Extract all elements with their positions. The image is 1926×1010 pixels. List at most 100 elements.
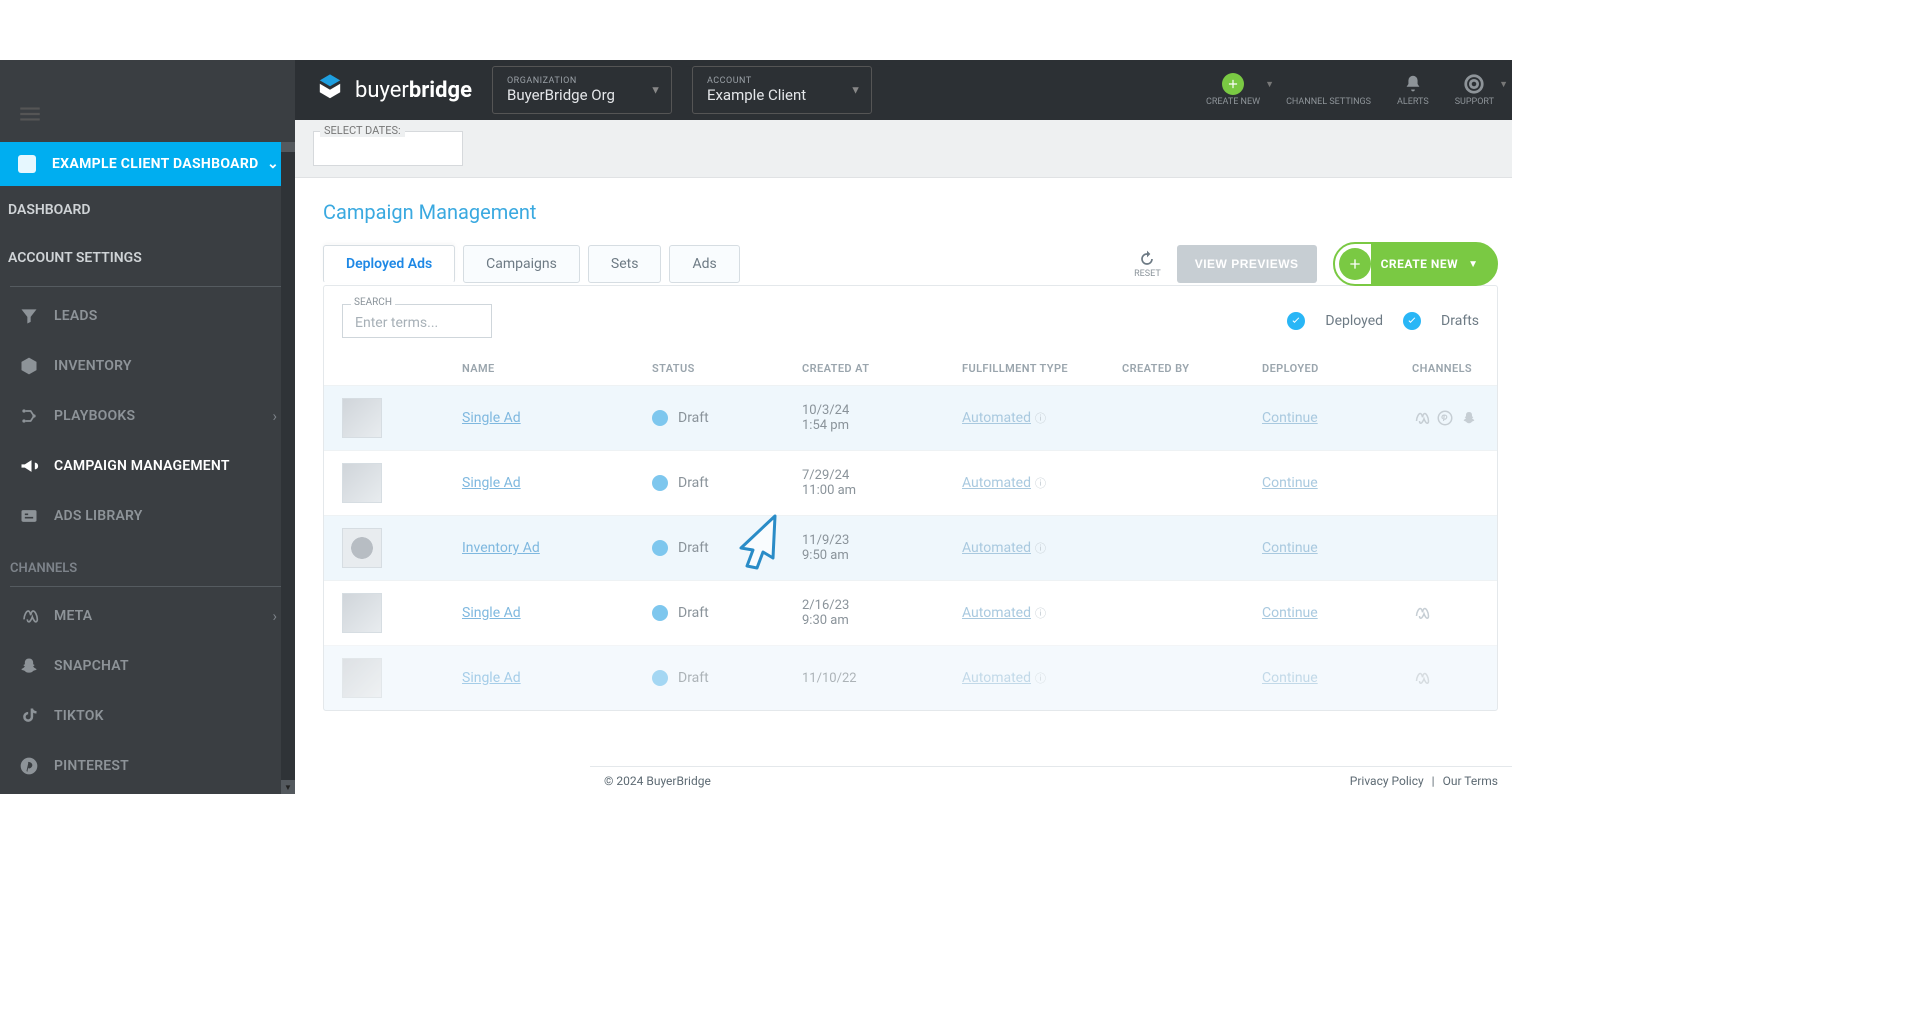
col-fulfillment[interactable]: FULFILLMENT TYPE [962, 362, 1122, 375]
table-header: NAME STATUS CREATED AT FULFILLMENT TYPE … [324, 352, 1497, 385]
ad-name-link[interactable]: Single Ad [462, 605, 521, 621]
continue-link[interactable]: Continue [1262, 540, 1318, 556]
sidebar-item-playbooks[interactable]: PLAYBOOKS › [0, 391, 295, 441]
continue-link[interactable]: Continue [1262, 605, 1318, 621]
playbook-icon [18, 405, 40, 427]
sidebar-item-pinterest[interactable]: PINTEREST [0, 741, 295, 791]
create-new-pill[interactable]: CREATE NEW ▼ [1333, 242, 1498, 286]
info-icon: ⓘ [1035, 607, 1046, 620]
info-icon: ⓘ [1035, 477, 1046, 490]
alerts-button[interactable]: ALERTS [1397, 73, 1429, 107]
caret-down-icon: ▼ [1265, 79, 1274, 90]
ad-name-link[interactable]: Single Ad [462, 410, 521, 426]
sidebar: EXAMPLE CLIENT DASHBOARD ⌄ DASHBOARD ACC… [0, 60, 295, 794]
terms-link[interactable]: Our Terms [1443, 774, 1498, 788]
sidebar-item-dashboard[interactable]: DASHBOARD [0, 186, 295, 234]
col-status[interactable]: STATUS [652, 362, 802, 375]
caret-down-icon: ▼ [1468, 259, 1478, 270]
caret-down-icon: ▼ [650, 84, 661, 97]
logo-text: buyerbridge [355, 78, 472, 103]
app-viewport: EXAMPLE CLIENT DASHBOARD ⌄ DASHBOARD ACC… [0, 60, 1512, 794]
sidebar-active-label: EXAMPLE CLIENT DASHBOARD [52, 156, 259, 172]
content: Campaign Management Deployed Ads Campaig… [295, 178, 1512, 794]
tabs-row: Deployed Ads Campaigns Sets Ads RESET VI… [323, 242, 1498, 286]
tab-sets[interactable]: Sets [588, 245, 662, 283]
tab-deployed-ads[interactable]: Deployed Ads [323, 245, 455, 283]
view-previews-button[interactable]: VIEW PREVIEWS [1177, 245, 1317, 283]
continue-link[interactable]: Continue [1262, 410, 1318, 426]
filter-row: SEARCH Enter terms... Deployed Drafts [324, 298, 1497, 352]
copyright: © 2024 BuyerBridge [604, 774, 711, 788]
main: buyerbridge ORGANIZATION BuyerBridge Org… [295, 60, 1512, 794]
bell-icon [1402, 73, 1424, 95]
sidebar-active-dashboard[interactable]: EXAMPLE CLIENT DASHBOARD ⌄ [0, 142, 295, 186]
ad-name-link[interactable]: Single Ad [462, 475, 521, 491]
fulfillment-link[interactable]: Automated [962, 670, 1031, 686]
date-range-picker[interactable]: SELECT DATES: [313, 131, 463, 166]
col-created-by[interactable]: CREATED BY [1122, 362, 1262, 375]
status-dot-icon [652, 475, 668, 491]
tab-ads[interactable]: Ads [669, 245, 739, 283]
sidebar-item-inventory[interactable]: INVENTORY [0, 341, 295, 391]
plus-icon [1222, 73, 1244, 95]
legend-drafts-toggle[interactable]: Drafts [1441, 313, 1479, 329]
table-row: Single Ad Draft 7/29/2411:00 am Automate… [324, 450, 1497, 515]
sidebar-item-ads-library[interactable]: ADS LIBRARY [0, 491, 295, 541]
channels-cell [1412, 409, 1512, 427]
snowflake-icon [1318, 73, 1340, 95]
continue-link[interactable]: Continue [1262, 475, 1318, 491]
sidebar-scrollbar[interactable]: ▼ [281, 142, 295, 794]
fulfillment-link[interactable]: Automated [962, 475, 1031, 491]
legend-deployed-toggle[interactable]: Deployed [1325, 313, 1383, 329]
sidebar-item-leads[interactable]: LEADS [0, 291, 295, 341]
col-name[interactable]: NAME [462, 362, 652, 375]
page-title: Campaign Management [323, 200, 1498, 224]
logo-mark-icon [313, 71, 347, 109]
info-icon: ⓘ [1035, 542, 1046, 555]
top-actions: CREATE NEW ▼ CHANNEL SETTINGS ALERTS SUP… [1206, 73, 1494, 107]
privacy-link[interactable]: Privacy Policy [1350, 774, 1424, 788]
col-deployed[interactable]: DEPLOYED [1262, 362, 1412, 375]
fulfillment-link[interactable]: Automated [962, 540, 1031, 556]
status-dot-icon [652, 540, 668, 556]
fulfillment-link[interactable]: Automated [962, 605, 1031, 621]
sidebar-item-tiktok[interactable]: TIKTOK [0, 691, 295, 741]
col-created-at[interactable]: CREATED AT [802, 362, 962, 375]
col-channels[interactable]: CHANNELS [1412, 362, 1512, 375]
pinterest-icon [1436, 409, 1454, 427]
sidebar-item-snapchat[interactable]: SNAPCHAT [0, 641, 295, 691]
hamburger-menu-button[interactable] [10, 94, 50, 134]
fulfillment-link[interactable]: Automated [962, 410, 1031, 426]
ad-thumbnail [342, 398, 382, 438]
support-button[interactable]: SUPPORT ▼ [1455, 73, 1494, 107]
meta-icon [18, 605, 40, 627]
sidebar-item-campaign-management[interactable]: CAMPAIGN MANAGEMENT [0, 441, 295, 491]
subbar: SELECT DATES: [295, 120, 1512, 178]
channel-settings-button[interactable]: CHANNEL SETTINGS [1286, 73, 1371, 107]
ad-thumbnail [342, 528, 382, 568]
search-input[interactable]: SEARCH Enter terms... [342, 304, 492, 338]
tabs: Deployed Ads Campaigns Sets Ads [323, 245, 740, 283]
account-selector[interactable]: ACCOUNT Example Client ▼ [692, 66, 872, 114]
reset-button[interactable]: RESET [1134, 249, 1161, 279]
ad-thumbnail [342, 593, 382, 633]
sidebar-item-account-settings[interactable]: ACCOUNT SETTINGS [0, 234, 295, 282]
meta-icon [1412, 669, 1430, 687]
create-new-button[interactable]: CREATE NEW ▼ [1206, 73, 1260, 107]
ad-name-link[interactable]: Single Ad [462, 670, 521, 686]
continue-link[interactable]: Continue [1262, 670, 1318, 686]
panel: SEARCH Enter terms... Deployed Drafts NA… [323, 285, 1498, 711]
ad-name-link[interactable]: Inventory Ad [462, 540, 540, 556]
sidebar-item-meta[interactable]: META › [0, 591, 295, 641]
meta-icon [1412, 604, 1430, 622]
organization-selector[interactable]: ORGANIZATION BuyerBridge Org ▼ [492, 66, 672, 114]
funnel-icon [18, 305, 40, 327]
tab-campaigns[interactable]: Campaigns [463, 245, 580, 283]
ad-thumbnail [342, 463, 382, 503]
table-row: Single Ad Draft 11/10/22 Automatedⓘ Cont… [324, 645, 1497, 710]
refresh-icon [1137, 249, 1157, 269]
right-controls: RESET VIEW PREVIEWS CREATE NEW ▼ [1134, 242, 1498, 286]
megaphone-icon [18, 455, 40, 477]
plus-icon [1339, 248, 1371, 280]
ads-library-icon [18, 505, 40, 527]
